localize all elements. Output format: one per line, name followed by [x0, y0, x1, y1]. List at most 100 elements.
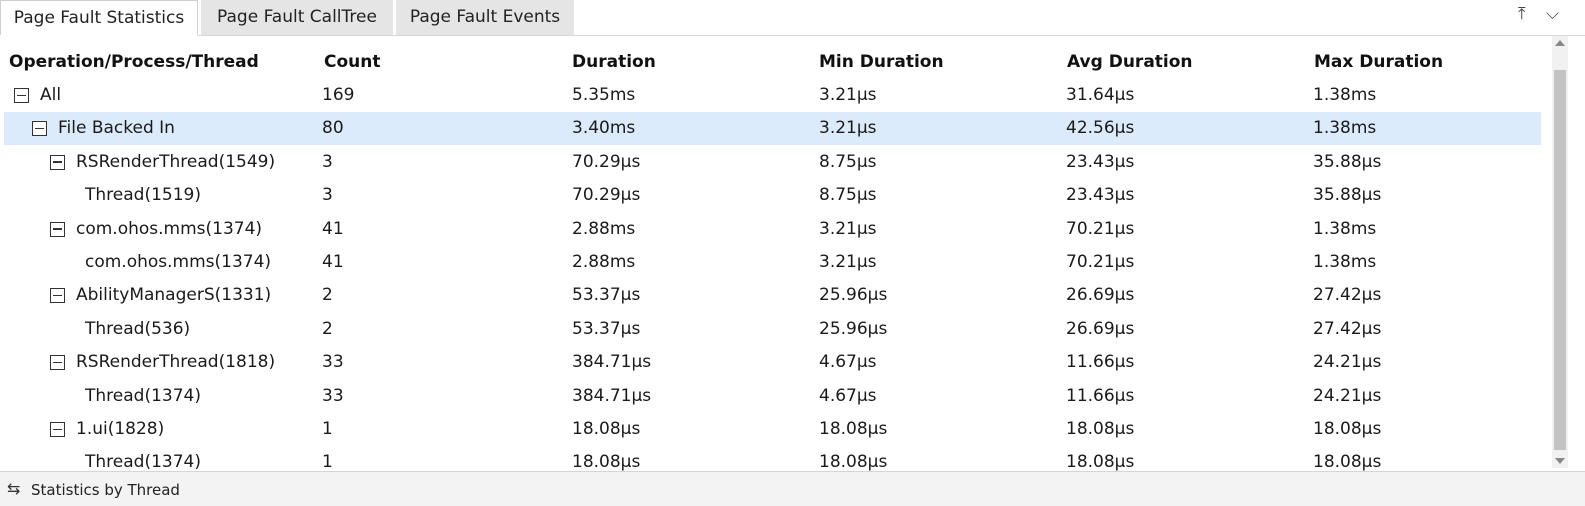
row-name: AbilityManagerS(1331)	[76, 285, 272, 306]
scroll-up-icon[interactable]	[1555, 40, 1565, 46]
cell-duration: 5.35ms	[572, 85, 636, 105]
cell-min-duration: 18.08μs	[819, 419, 888, 439]
collapse-toggle-icon[interactable]	[14, 88, 29, 103]
column-header-max-duration[interactable]: Max Duration	[1314, 52, 1443, 72]
row-name: File Backed In	[58, 118, 175, 139]
table-row[interactable]: RSRenderThread(1549) 3 70.29μs 8.75μs 23.43μ…	[4, 146, 1541, 179]
cell-avg-duration: 31.64μs	[1066, 85, 1135, 105]
cell-count: 2	[322, 318, 333, 339]
cell-max-duration: 18.08μs	[1313, 419, 1382, 439]
collapse-toggle-icon[interactable]	[50, 221, 65, 237]
cell-max-duration: 24.21μs	[1313, 385, 1382, 406]
cell-count: 3	[322, 185, 333, 206]
cell-duration: 53.37μs	[572, 285, 641, 306]
cell-max-duration: 1.38ms	[1313, 252, 1377, 272]
row-name: com.ohos.mms(1374)	[85, 252, 272, 272]
collapse-toggle-icon[interactable]	[32, 121, 47, 137]
cell-max-duration: 1.38ms	[1313, 85, 1377, 105]
cell-max-duration: 27.42μs	[1313, 318, 1382, 339]
cell-duration: 70.29μs	[572, 151, 641, 172]
collapse-toggle-icon[interactable]	[50, 355, 65, 371]
collapse-toggle-icon[interactable]	[50, 154, 65, 170]
cell-avg-duration: 26.69μs	[1066, 318, 1135, 339]
row-name: Thread(1374)	[85, 385, 201, 406]
tab-divider	[198, 35, 1585, 36]
scroll-down-icon[interactable]	[1555, 458, 1565, 464]
table-row[interactable]: AbilityManagerS(1331) 2 53.37μs 25.96μs 26.6…	[4, 279, 1541, 312]
cell-avg-duration: 11.66μs	[1066, 385, 1135, 406]
cell-avg-duration: 70.21μs	[1066, 252, 1135, 272]
row-name: All	[40, 85, 62, 105]
cell-min-duration: 4.67μs	[819, 385, 877, 406]
cell-max-duration: 24.21μs	[1313, 352, 1382, 373]
swap-icon[interactable]: ⇆	[7, 479, 20, 498]
cell-max-duration: 27.42μs	[1313, 285, 1382, 306]
status-label[interactable]: Statistics by Thread	[31, 481, 180, 499]
cell-count: 169	[322, 85, 355, 105]
cell-count: 1	[322, 419, 333, 439]
tab-page-fault-calltree[interactable]: Page Fault CallTree	[201, 0, 393, 35]
table-row[interactable]: RSRenderThread(1818) 33 384.71μs 4.67μs 11.6…	[4, 346, 1541, 379]
table-row[interactable]: Thread(1519) 3 70.29μs 8.75μs 23.43μs 35.88μs	[4, 179, 1541, 212]
cell-avg-duration: 70.21μs	[1066, 218, 1135, 239]
cell-min-duration: 8.75μs	[819, 185, 877, 206]
collapse-icon[interactable]: ⌵	[1546, 4, 1559, 24]
cell-count: 3	[322, 151, 333, 172]
row-name: RSRenderThread(1818)	[76, 352, 276, 373]
row-name: Thread(536)	[85, 318, 191, 339]
cell-avg-duration: 42.56μs	[1066, 118, 1135, 139]
cell-min-duration: 3.21μs	[819, 85, 877, 105]
cell-avg-duration: 18.08μs	[1066, 419, 1135, 439]
cell-duration: 3.40ms	[572, 118, 636, 139]
cell-max-duration: 1.38ms	[1313, 218, 1377, 239]
cell-max-duration: 35.88μs	[1313, 185, 1382, 206]
vertical-scrollbar[interactable]	[1552, 36, 1568, 468]
cell-avg-duration: 26.69μs	[1066, 285, 1135, 306]
table-row[interactable]: All 169 5.35ms 3.21μs 31.64μs 1.38ms	[4, 79, 1541, 112]
tab-page-fault-statistics[interactable]: Page Fault Statistics	[0, 0, 198, 35]
cell-duration: 384.71μs	[572, 385, 652, 406]
cell-count: 33	[322, 352, 344, 373]
scroll-thumb[interactable]	[1554, 70, 1566, 450]
row-name: RSRenderThread(1549)	[76, 151, 276, 172]
row-name: 1.ui(1828)	[76, 419, 165, 439]
tab-bar: Page Fault Statistics Page Fault CallTre…	[0, 0, 1585, 36]
cell-min-duration: 3.21μs	[819, 118, 877, 139]
cell-duration: 18.08μs	[572, 419, 641, 439]
cell-count: 33	[322, 385, 344, 406]
column-header-duration[interactable]: Duration	[572, 52, 656, 72]
cell-min-duration: 25.96μs	[819, 285, 888, 306]
cell-duration: 2.88ms	[572, 218, 636, 239]
cell-max-duration: 35.88μs	[1313, 151, 1382, 172]
cell-duration: 2.88ms	[572, 252, 636, 272]
cell-avg-duration: 23.43μs	[1066, 185, 1135, 206]
column-header-operation[interactable]: Operation/Process/Thread	[9, 52, 259, 72]
table-row[interactable]: File Backed In 80 3.40ms 3.21μs 42.56μs 1.38m…	[4, 112, 1541, 146]
pin-top-icon[interactable]: ⤒	[1518, 4, 1526, 24]
cell-count: 80	[322, 118, 344, 139]
tab-page-fault-events[interactable]: Page Fault Events	[396, 0, 574, 35]
cell-count: 41	[322, 218, 344, 239]
cell-duration: 384.71μs	[572, 352, 652, 373]
cell-avg-duration: 11.66μs	[1066, 352, 1135, 373]
collapse-toggle-icon[interactable]	[50, 422, 65, 437]
cell-avg-duration: 23.43μs	[1066, 151, 1135, 172]
table-row[interactable]: Thread(1374) 33 384.71μs 4.67μs 11.66μs 24.21…	[4, 380, 1541, 413]
table-row[interactable]: com.ohos.mms(1374) 41 2.88ms 3.21μs 70.21μs 1…	[4, 213, 1541, 246]
cell-count: 41	[322, 252, 344, 272]
collapse-toggle-icon[interactable]	[50, 288, 65, 304]
table-row[interactable]: 1.ui(1828) 1 18.08μs 18.08μs 18.08μs 18.08μs	[4, 413, 1541, 446]
cell-min-duration: 25.96μs	[819, 318, 888, 339]
cell-duration: 70.29μs	[572, 185, 641, 206]
cell-min-duration: 4.67μs	[819, 352, 877, 373]
column-header-min-duration[interactable]: Min Duration	[819, 52, 944, 72]
column-header-avg-duration[interactable]: Avg Duration	[1067, 52, 1193, 72]
cell-count: 2	[322, 285, 333, 306]
table-row[interactable]: Thread(536) 2 53.37μs 25.96μs 26.69μs 27.42μs	[4, 313, 1541, 346]
table-row[interactable]: com.ohos.mms(1374) 41 2.88ms 3.21μs 70.21μs 1…	[4, 246, 1541, 279]
column-header-count[interactable]: Count	[324, 52, 381, 72]
row-name: com.ohos.mms(1374)	[76, 218, 263, 239]
cell-min-duration: 3.21μs	[819, 218, 877, 239]
row-name: Thread(1519)	[85, 185, 201, 206]
status-bar: ⇆ Statistics by Thread	[0, 471, 1585, 506]
